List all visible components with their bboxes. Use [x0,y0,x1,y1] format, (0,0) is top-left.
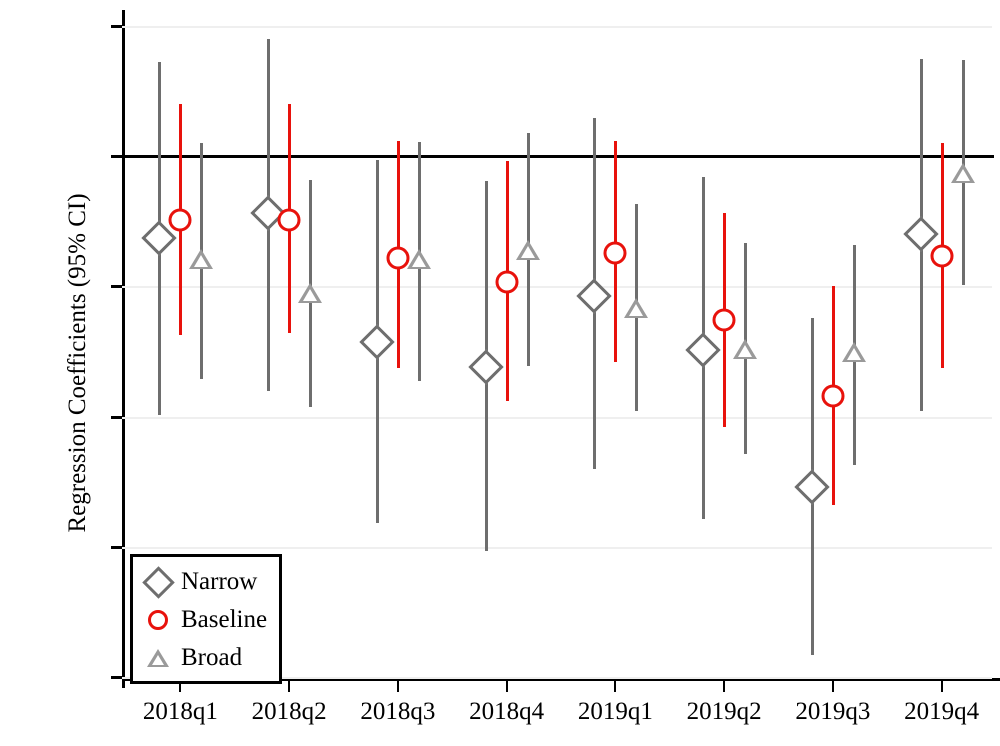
x-axis-tick-label: 2019q1 [577,698,653,725]
data-point-triangle-icon [841,341,866,362]
legend-label: Broad [181,644,243,671]
y-axis-tick [111,676,122,679]
legend-label: Baseline [181,606,268,633]
gridline [122,546,992,549]
legend-item-broad: Broad [143,641,242,675]
data-point-triangle-icon [406,249,431,270]
data-point-triangle-icon [733,339,758,360]
gridline [122,286,992,289]
data-point-triangle-icon [624,297,649,318]
x-axis-tick-label: 2018q1 [142,698,218,725]
data-point-diamond-icon [467,349,504,385]
x-axis-tick [940,681,943,692]
gridline [122,416,992,419]
data-point-circle-icon [603,241,627,265]
data-point-circle-icon [712,308,736,332]
data-point-triangle-icon [515,240,540,261]
x-axis-tick [831,681,834,692]
x-axis-tick-label: 2018q2 [251,698,327,725]
legend-label: Narrow [181,568,258,595]
gridline [122,26,992,28]
data-point-circle-icon [277,208,301,232]
x-axis-tick-label: 2019q2 [686,698,762,725]
y-axis-line [122,10,125,688]
x-axis-tick-label: 2019q4 [904,698,980,725]
x-axis-tick [505,681,508,692]
data-point-triangle-icon [298,283,323,304]
x-axis-tick [396,681,399,692]
y-axis-tick [111,155,122,159]
data-point-diamond-icon [359,324,395,361]
chart-legend: Narrow Baseline Broad [130,554,282,684]
x-axis-tick-label: 2018q4 [469,698,545,725]
x-axis-tick [723,681,726,692]
data-point-triangle-icon [950,163,975,184]
zero-reference-line [122,155,994,159]
data-point-circle-icon [930,244,954,268]
data-point-diamond-icon [794,469,830,505]
y-axis-tick [111,285,122,289]
data-point-diamond-icon [902,216,939,252]
x-axis-tick [614,681,617,692]
y-axis-tick [111,415,122,419]
y-axis-title: Regression Coefficients (95% CI) [64,193,91,533]
data-point-circle-icon [821,384,845,408]
x-axis-tick-label: 2019q3 [795,698,871,725]
triangle-icon [143,643,173,673]
circle-icon [143,605,173,635]
y-axis-tick [111,545,122,549]
y-axis-tick [111,25,122,28]
diamond-icon [141,565,175,599]
data-point-circle-icon [168,208,192,232]
legend-item-baseline: Baseline [143,603,267,637]
legend-item-narrow: Narrow [141,565,258,599]
chart-root: Regression Coefficients (95% CI) .10-.1-… [0,0,1000,746]
x-axis-tick-label: 2018q3 [360,698,436,725]
data-point-diamond-icon [576,277,613,314]
data-point-diamond-icon [685,332,721,368]
x-axis-tick [288,681,291,692]
data-point-circle-icon [495,270,519,294]
data-point-triangle-icon [189,249,214,270]
